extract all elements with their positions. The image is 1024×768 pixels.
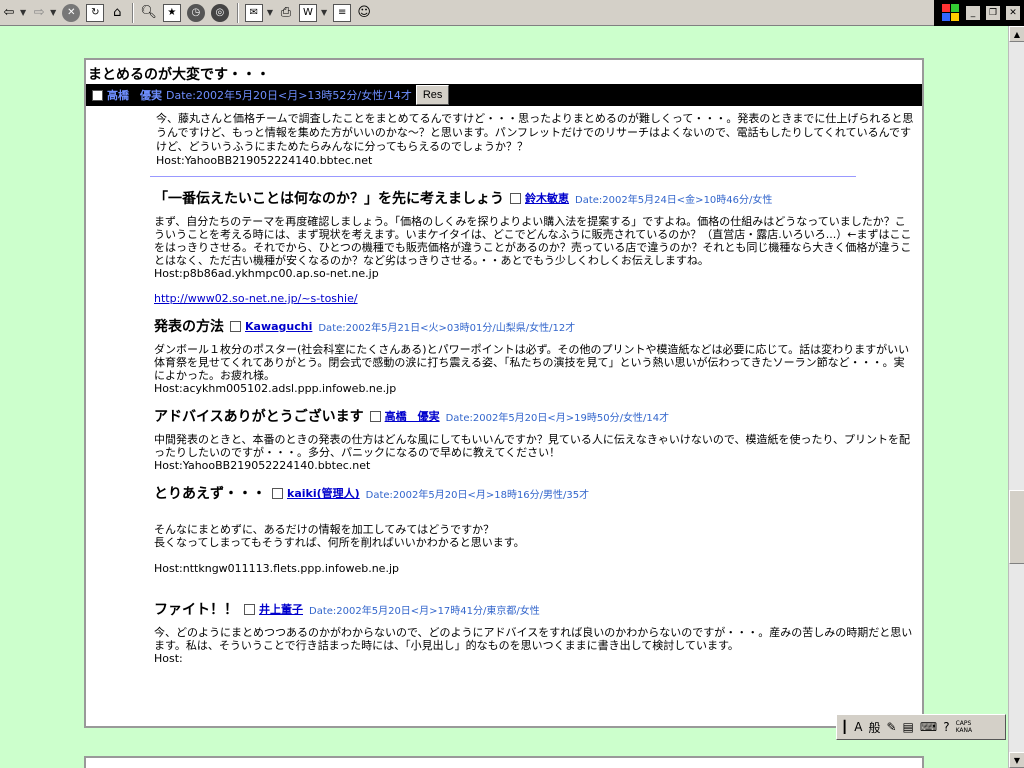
- scroll-thumb[interactable]: [1009, 490, 1024, 564]
- reply-item: とりあえず・・・ kaiki(管理人) Date:2002年5月20日<月>18…: [154, 482, 922, 588]
- reply-header: とりあえず・・・ kaiki(管理人) Date:2002年5月20日<月>18…: [154, 482, 922, 504]
- ime-help-icon[interactable]: ?: [943, 720, 949, 734]
- thread-body: 今、藤丸さんと価格チームで調査したことをまとめてるんですけど・・・思ったよりまと…: [156, 112, 916, 168]
- thread-checkbox[interactable]: [92, 89, 103, 101]
- print-icon[interactable]: ⎙: [277, 2, 295, 24]
- reply-item: 「一番伝えたいことは何なのか？」を先に考えましょう 鈴木敏恵 Date:2002…: [154, 187, 922, 305]
- reply-text: そんなにまとめずに、あるだけの情報を加工してみてはどうですか？ 長くなってしまっ…: [154, 523, 525, 549]
- toolbar-separator: [236, 2, 239, 23]
- reply-body: 中間発表のときと、本番のときの発表の仕方はどんな風にしてもいいんですか？見ている…: [154, 433, 914, 472]
- reply-item: ファイト！！ 井上董子 Date:2002年5月20日<月>17時41分/東京都…: [154, 598, 922, 665]
- reply-host: Host:: [154, 652, 183, 665]
- stop-icon[interactable]: ✕: [60, 2, 82, 24]
- reply-title: 「一番伝えたいことは何なのか？」を先に考えましょう: [154, 191, 504, 207]
- edit-dropdown-icon[interactable]: ▼: [321, 8, 327, 17]
- mail-icon[interactable]: ✉: [243, 2, 265, 24]
- ime-toolbar: ┃ A 般 ✎ ▤ ⌨ ? CAPS KANA: [836, 714, 1006, 740]
- vertical-scrollbar[interactable]: ▲ ▼: [1008, 26, 1024, 768]
- reply-text: 中間発表のときと、本番のときの発表の仕方はどんな風にしてもいいんですか？見ている…: [154, 433, 911, 459]
- reply-date: Date:2002年5月20日<月>19時50分/女性/14才: [445, 412, 670, 424]
- reply-text: ダンボール１枚分のポスター(社会科室にたくさんある)とパワーポイントは必ず。その…: [154, 343, 910, 382]
- reply-text: まず、自分たちのテーマを再度確認しましょう。「価格のしくみを探りよりよい購入法を…: [154, 215, 912, 267]
- reply-host: Host:YahooBB219052224140.bbtec.net: [154, 459, 371, 472]
- reply-body: まず、自分たちのテーマを再度確認しましょう。「価格のしくみを探りよりよい購入法を…: [154, 215, 914, 305]
- search-icon[interactable]: 🔍︎: [138, 2, 159, 24]
- reply-header: 「一番伝えたいことは何なのか？」を先に考えましょう 鈴木敏恵 Date:2002…: [154, 187, 922, 209]
- window-controls: _ ❐ ✕: [934, 0, 1024, 26]
- reply-host: Host:acykhm005102.adsl.ppp.infoweb.ne.jp: [154, 382, 397, 395]
- reply-body: ダンボール１枚分のポスター(社会科室にたくさんある)とパワーポイントは必ず。その…: [154, 343, 914, 395]
- close-icon[interactable]: ✕: [1006, 6, 1020, 20]
- reply-title: ファイト！！: [154, 602, 238, 618]
- ime-kana-label: KANA: [955, 727, 973, 734]
- ime-mode[interactable]: A: [854, 720, 862, 734]
- thread-host: Host:YahooBB219052224140.bbtec.net: [156, 154, 373, 167]
- windows-logo-icon: [942, 4, 960, 22]
- toolbar-separator: [132, 2, 135, 23]
- ime-dictionary-icon[interactable]: ▤: [903, 720, 914, 734]
- reply-title: 発表の方法: [154, 319, 224, 335]
- reply-header: ファイト！！ 井上董子 Date:2002年5月20日<月>17時41分/東京都…: [154, 598, 922, 620]
- thread-title: まとめるのが大変です・・・: [88, 67, 270, 83]
- ime-pad-icon[interactable]: ✎: [886, 720, 896, 734]
- reply-body: そんなにまとめずに、あるだけの情報を加工してみてはどうですか？ 長くなってしまっ…: [154, 510, 914, 588]
- reply-header: アドバイスありがとうございます 高橋 優実 Date:2002年5月20日<月>…: [154, 405, 922, 427]
- edit-icon[interactable]: W: [297, 2, 319, 24]
- reply-title: アドバイスありがとうございます: [154, 409, 364, 425]
- reply-checkbox[interactable]: [272, 487, 283, 499]
- reply-item: 発表の方法 Kawaguchi Date:2002年5月21日<火>03時01分…: [154, 315, 922, 395]
- ime-caps-label: CAPS: [955, 720, 972, 727]
- thread-meta-bar: 高橋 優実 Date:2002年5月20日<月>13時52分/女性/14才 Re…: [86, 84, 922, 106]
- reply-title: とりあえず・・・: [154, 486, 266, 502]
- thread-date: Date:2002年5月20日<月>13時52分/女性/14才: [166, 89, 412, 102]
- back-dropdown-icon[interactable]: ▼: [20, 8, 26, 17]
- next-panel-edge: [84, 756, 924, 768]
- reply-checkbox[interactable]: [230, 320, 241, 332]
- res-button[interactable]: Res: [415, 85, 450, 105]
- ime-kanji[interactable]: 般: [868, 719, 880, 736]
- thread-panel: まとめるのが大変です・・・ 高橋 優実 Date:2002年5月20日<月>13…: [84, 58, 924, 728]
- forward-arrow-icon[interactable]: ⇨: [30, 2, 48, 24]
- reply-host: Host:nttkngw011113.flets.ppp.infoweb.ne.…: [154, 562, 399, 575]
- favorites-icon[interactable]: ★: [161, 2, 183, 24]
- channels-icon[interactable]: ◎: [209, 2, 231, 24]
- reply-header: 発表の方法 Kawaguchi Date:2002年5月21日<火>03時01分…: [154, 315, 922, 337]
- ime-caps-kana: CAPS KANA: [956, 720, 979, 734]
- ime-tool-icon[interactable]: ⌨: [920, 720, 937, 734]
- reply-host: Host:p8b86ad.ykhmpc00.ap.so-net.ne.jp: [154, 267, 379, 280]
- reply-body: 今、どのようにまとめつつあるのかがわからないので、どのようにアドバイスをすれば良…: [154, 626, 914, 665]
- reply-link[interactable]: http://www02.so-net.ne.jp/~s-toshie/: [154, 292, 914, 305]
- reply-checkbox[interactable]: [244, 603, 255, 615]
- forward-dropdown-icon[interactable]: ▼: [50, 8, 56, 17]
- reply-checkbox[interactable]: [369, 410, 381, 422]
- scroll-down-icon[interactable]: ▼: [1009, 752, 1024, 768]
- scroll-up-icon[interactable]: ▲: [1009, 26, 1024, 42]
- minimize-icon[interactable]: _: [966, 6, 980, 20]
- reply-text: 今、どのようにまとめつつあるのかがわからないので、どのようにアドバイスをすれば良…: [154, 626, 913, 652]
- history-icon[interactable]: ◷: [185, 2, 207, 24]
- reply-author[interactable]: 高橋 優実: [385, 408, 440, 424]
- reply-date: Date:2002年5月20日<月>18時16分/男性/35才: [365, 489, 590, 501]
- home-icon[interactable]: ⌂: [108, 2, 126, 24]
- thread-divider: [150, 176, 856, 177]
- browser-toolbar: ⇦ ▼ ⇨ ▼ ✕ ↻ ⌂ 🔍︎ ★ ◷ ◎ ✉ ▼ ⎙ W ▼ ≡ ☺: [0, 0, 1024, 26]
- messenger-icon[interactable]: ☺: [355, 2, 373, 24]
- reply-author[interactable]: 井上董子: [259, 601, 303, 617]
- reply-checkbox[interactable]: [510, 192, 521, 204]
- reply-date: Date:2002年5月24日<金>10時46分/女性: [575, 194, 773, 206]
- thread-author[interactable]: 高橋 優実: [107, 87, 162, 103]
- restore-icon[interactable]: ❐: [986, 6, 1000, 20]
- reply-author[interactable]: Kawaguchi: [245, 320, 312, 333]
- reply-author[interactable]: 鈴木敏恵: [525, 190, 569, 206]
- reply-date: Date:2002年5月21日<火>03時01分/山梨県/女性/12才: [318, 322, 576, 334]
- back-arrow-icon[interactable]: ⇦: [0, 2, 18, 24]
- discuss-icon[interactable]: ≡: [331, 2, 353, 24]
- ime-handle-icon[interactable]: ┃: [841, 720, 848, 734]
- reply-author[interactable]: kaiki(管理人): [287, 485, 360, 501]
- reply-date: Date:2002年5月20日<月>17時41分/東京都/女性: [309, 605, 540, 617]
- refresh-icon[interactable]: ↻: [84, 2, 106, 24]
- thread-text: 今、藤丸さんと価格チームで調査したことをまとめてるんですけど・・・思ったよりまと…: [156, 112, 914, 153]
- reply-item: アドバイスありがとうございます 高橋 優実 Date:2002年5月20日<月>…: [154, 405, 922, 472]
- mail-dropdown-icon[interactable]: ▼: [267, 8, 273, 17]
